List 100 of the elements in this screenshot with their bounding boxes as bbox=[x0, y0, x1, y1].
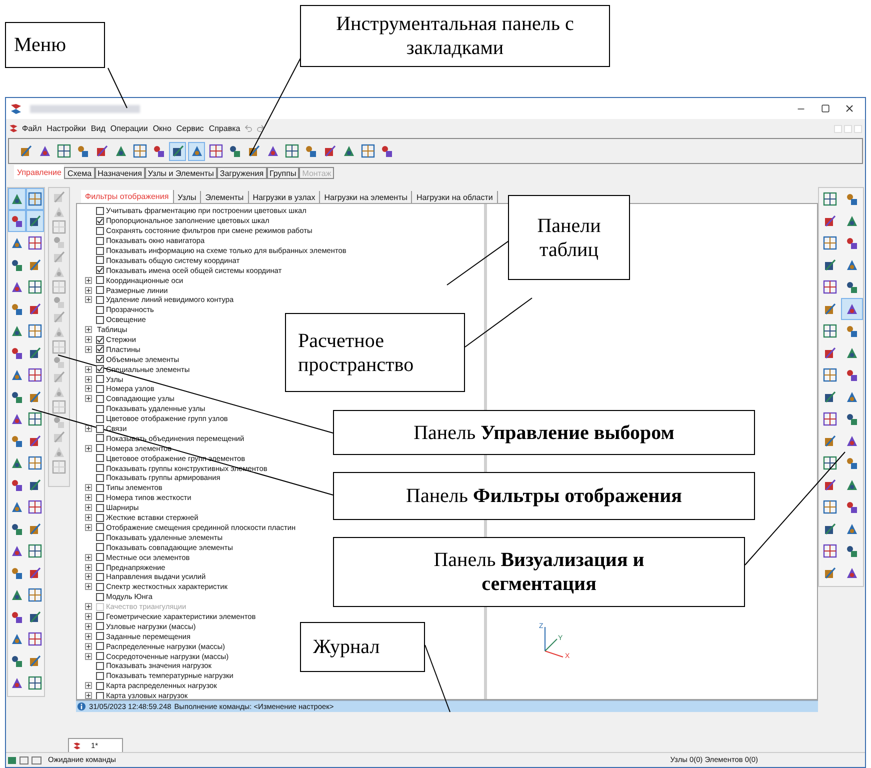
toolbar-button[interactable] bbox=[51, 356, 67, 368]
expand-toggle[interactable] bbox=[85, 504, 92, 512]
checkbox[interactable] bbox=[96, 543, 104, 552]
checkbox[interactable] bbox=[96, 216, 104, 225]
checkbox[interactable] bbox=[96, 612, 104, 620]
menu-item[interactable]: Вид bbox=[90, 122, 106, 134]
checkbox[interactable] bbox=[96, 563, 104, 571]
checkbox[interactable] bbox=[96, 622, 104, 630]
expand-toggle[interactable] bbox=[85, 632, 92, 640]
checkbox[interactable] bbox=[96, 692, 104, 699]
checkbox[interactable] bbox=[96, 642, 104, 650]
expand-toggle[interactable] bbox=[85, 444, 92, 452]
menu-item[interactable]: Справка bbox=[208, 122, 242, 134]
expand-toggle[interactable] bbox=[85, 682, 92, 690]
toolbar-tab[interactable]: Загружения bbox=[216, 167, 267, 179]
checkbox[interactable] bbox=[96, 582, 104, 591]
checkbox[interactable] bbox=[96, 632, 104, 640]
checkbox[interactable] bbox=[96, 652, 104, 660]
expand-toggle[interactable] bbox=[85, 385, 92, 392]
checkbox[interactable] bbox=[96, 226, 104, 235]
toolbar-button[interactable] bbox=[26, 210, 44, 232]
expand-toggle[interactable] bbox=[85, 425, 92, 432]
checkbox[interactable] bbox=[96, 454, 104, 462]
menu-item[interactable]: Сервис bbox=[175, 122, 205, 134]
expand-toggle[interactable] bbox=[85, 564, 92, 570]
checkbox[interactable] bbox=[96, 246, 104, 254]
checkbox[interactable] bbox=[96, 345, 104, 354]
checkbox[interactable] bbox=[96, 444, 104, 452]
expand-toggle[interactable] bbox=[85, 366, 92, 373]
toolbar-tab[interactable]: Группы bbox=[266, 167, 300, 179]
checkbox[interactable] bbox=[96, 514, 104, 522]
checkbox[interactable] bbox=[96, 276, 104, 284]
checkbox[interactable] bbox=[96, 206, 104, 215]
panel-tab[interactable]: Фильтры отображения bbox=[81, 190, 174, 203]
expand-toggle[interactable] bbox=[85, 612, 92, 620]
expand-toggle[interactable] bbox=[85, 296, 92, 304]
checkbox[interactable] bbox=[96, 355, 104, 364]
checkbox[interactable] bbox=[96, 266, 104, 274]
expand-toggle[interactable] bbox=[85, 642, 92, 650]
expand-toggle[interactable] bbox=[85, 692, 92, 699]
redo-icon[interactable] bbox=[256, 124, 266, 133]
checkbox[interactable] bbox=[96, 494, 104, 502]
checkbox[interactable] bbox=[96, 404, 104, 413]
checkbox[interactable] bbox=[96, 523, 104, 532]
checkbox[interactable] bbox=[96, 336, 104, 344]
tool-icon bbox=[845, 456, 859, 470]
checkbox[interactable] bbox=[96, 384, 104, 393]
checkbox[interactable] bbox=[96, 484, 104, 492]
toolbar-tab[interactable]: Схема bbox=[64, 167, 95, 179]
toolbar-tab[interactable]: Узлы и Элементы bbox=[144, 167, 217, 179]
menu-item[interactable]: Файл bbox=[21, 122, 43, 134]
expand-toggle[interactable] bbox=[85, 395, 92, 402]
close-icon bbox=[844, 103, 854, 114]
checkbox[interactable] bbox=[96, 474, 104, 482]
checkbox[interactable] bbox=[96, 553, 104, 562]
expand-toggle[interactable] bbox=[85, 326, 92, 334]
checkbox[interactable] bbox=[96, 533, 104, 542]
checkbox[interactable] bbox=[96, 572, 104, 581]
menu-item[interactable]: Окно bbox=[152, 122, 172, 134]
toolbar-button[interactable] bbox=[51, 416, 67, 428]
expand-toggle[interactable] bbox=[85, 573, 92, 580]
expand-toggle[interactable] bbox=[85, 514, 92, 522]
checkbox[interactable] bbox=[96, 592, 104, 601]
toolbar-button[interactable] bbox=[283, 142, 300, 160]
expand-toggle[interactable] bbox=[85, 276, 92, 284]
expand-toggle[interactable] bbox=[85, 554, 92, 561]
checkbox[interactable] bbox=[96, 394, 104, 403]
checkbox[interactable] bbox=[96, 434, 104, 442]
expand-toggle[interactable] bbox=[85, 583, 92, 590]
checkbox[interactable] bbox=[96, 306, 104, 314]
toolbar-button[interactable] bbox=[55, 142, 72, 160]
checkbox[interactable] bbox=[96, 504, 104, 512]
checkbox[interactable] bbox=[96, 256, 104, 264]
checkbox[interactable] bbox=[96, 662, 104, 670]
expand-toggle[interactable] bbox=[85, 376, 92, 383]
menu-item[interactable]: Операции bbox=[109, 122, 149, 134]
checkbox[interactable] bbox=[96, 316, 104, 324]
toolbar-tab[interactable]: Управление bbox=[14, 165, 64, 179]
checkbox[interactable] bbox=[96, 286, 104, 294]
menu-item[interactable]: Настройки bbox=[46, 122, 87, 134]
toolbar-tab[interactable]: Назначения bbox=[94, 167, 145, 179]
expand-toggle[interactable] bbox=[85, 336, 92, 344]
checkbox[interactable] bbox=[96, 424, 104, 433]
checkbox[interactable] bbox=[96, 236, 104, 245]
checkbox[interactable] bbox=[96, 375, 104, 384]
checkbox[interactable] bbox=[96, 296, 104, 304]
checkbox[interactable] bbox=[96, 365, 104, 374]
expand-toggle[interactable] bbox=[85, 346, 92, 353]
checkbox[interactable] bbox=[96, 672, 104, 680]
expand-toggle[interactable] bbox=[85, 622, 92, 630]
checkbox[interactable] bbox=[96, 464, 104, 472]
checkbox[interactable] bbox=[96, 414, 104, 423]
expand-toggle[interactable] bbox=[85, 652, 92, 660]
checkbox[interactable] bbox=[96, 682, 104, 690]
expand-toggle[interactable] bbox=[85, 286, 92, 294]
toolbar-button[interactable] bbox=[8, 188, 26, 210]
expand-toggle[interactable] bbox=[85, 524, 92, 531]
expand-toggle[interactable] bbox=[85, 484, 92, 492]
expand-toggle[interactable] bbox=[85, 494, 92, 502]
toolbar-button[interactable] bbox=[169, 142, 186, 160]
